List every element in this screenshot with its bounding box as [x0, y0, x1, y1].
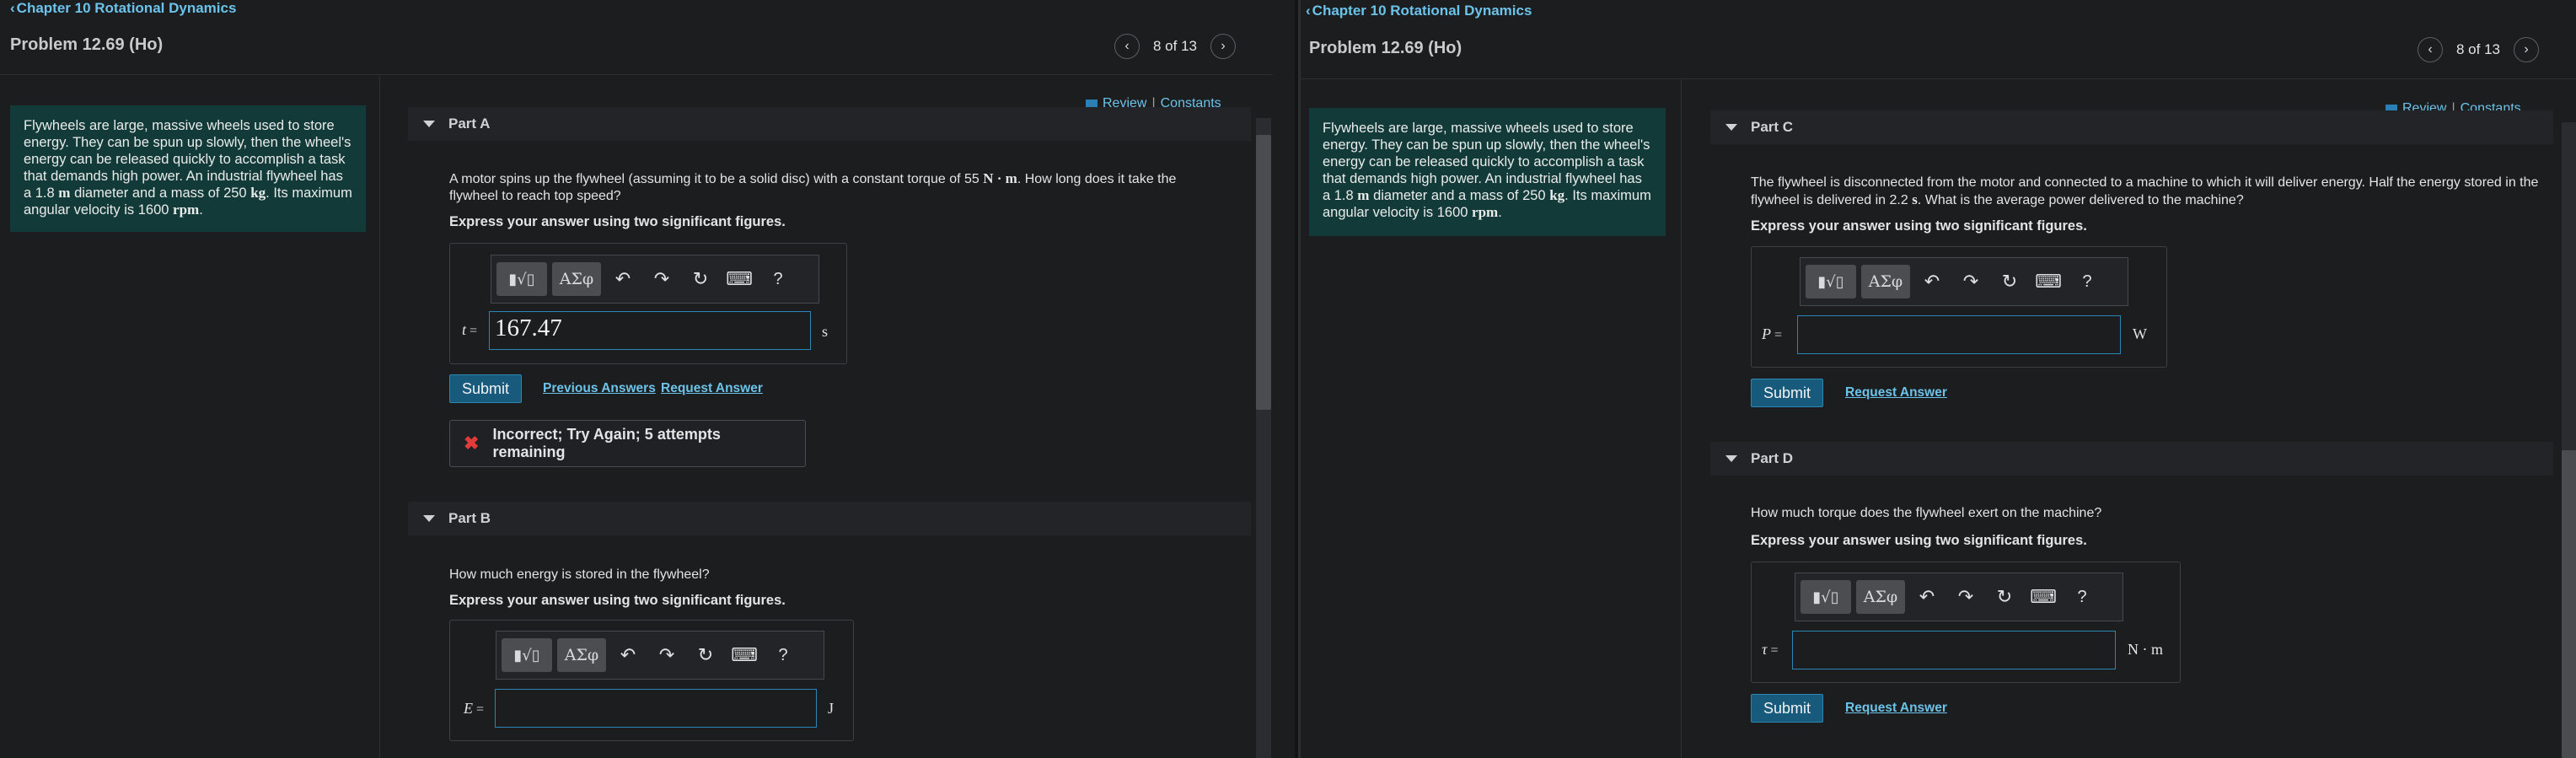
part-c-hint: Express your answer using two significan…	[1751, 218, 2087, 234]
part-c-unit: W	[2133, 325, 2147, 342]
part-c-request-answer-link[interactable]: Request Answer	[1845, 385, 1947, 401]
scrollbar-thumb[interactable]	[2562, 450, 2576, 758]
part-d-request-answer-link[interactable]: Request Answer	[1845, 701, 1947, 716]
part-a-answer-input[interactable]: 167.47	[489, 311, 811, 350]
redo-icon[interactable]: ↷	[650, 638, 684, 672]
next-problem-button[interactable]: ›	[1210, 34, 1236, 59]
scrollbar-thumb[interactable]	[1256, 135, 1271, 410]
symbols-button[interactable]: ΑΣφ	[1861, 265, 1910, 298]
undo-icon[interactable]: ↶	[611, 638, 645, 672]
part-c-submit-button[interactable]: Submit	[1751, 379, 1824, 407]
part-d-answer-input[interactable]	[1792, 631, 2116, 669]
chevron-left-icon: ‹	[2428, 42, 2433, 56]
redo-icon[interactable]: ↷	[1954, 265, 1988, 298]
redo-icon[interactable]: ↷	[645, 262, 679, 296]
templates-button[interactable]: ▮√▯	[502, 638, 552, 672]
part-a-feedback: ✖ Incorrect; Try Again; 5 attempts remai…	[449, 420, 806, 467]
chapter-link[interactable]: ‹ Chapter 10 Rotational Dynamics	[10, 0, 236, 17]
part-b-hint: Express your answer using two significan…	[449, 593, 786, 608]
problem-title: Problem 12.69 (Ho)	[10, 35, 164, 54]
redo-icon[interactable]: ↷	[1949, 580, 1983, 614]
templates-button[interactable]: ▮√▯	[1801, 580, 1851, 614]
collapse-triangle-icon	[423, 121, 435, 127]
previous-answers-link[interactable]: Previous Answers	[543, 381, 656, 396]
part-b-answer-input[interactable]	[495, 689, 817, 728]
part-d-math-toolbar: ▮√▯ ΑΣφ ↶ ↷ ↻ ⌨ ?	[1795, 573, 2123, 621]
left-pane: ‹ Chapter 10 Rotational Dynamics Problem …	[0, 0, 1295, 758]
pager: ‹ 8 of 13 ›	[2418, 37, 2539, 62]
pager-position: 8 of 13	[2456, 41, 2500, 57]
templates-button[interactable]: ▮√▯	[1806, 265, 1856, 298]
error-x-icon: ✖	[464, 433, 480, 454]
part-c-math-toolbar: ▮√▯ ΑΣφ ↶ ↷ ↻ ⌨ ?	[1800, 257, 2128, 306]
pager: ‹ 8 of 13 ›	[1114, 34, 1236, 59]
part-c-question: The flywheel is disconnected from the mo…	[1751, 175, 2539, 207]
part-a-math-toolbar: ▮√▯ ΑΣφ ↶ ↷ ↻ ⌨ ?	[491, 255, 819, 304]
part-d-header[interactable]: Part D	[1710, 442, 2553, 476]
reset-icon[interactable]: ↻	[684, 262, 717, 296]
part-a-request-answer-link[interactable]: Request Answer	[661, 381, 763, 396]
problem-title: Problem 12.69 (Ho)	[1309, 39, 1462, 57]
part-a-header[interactable]: Part A	[408, 107, 1251, 141]
part-b-variable: E =	[464, 700, 485, 717]
collapse-triangle-icon	[1725, 455, 1737, 462]
part-a-variable: t =	[462, 321, 478, 338]
column-divider	[379, 76, 380, 758]
symbols-button[interactable]: ΑΣφ	[1856, 580, 1905, 614]
part-b-header[interactable]: Part B	[408, 502, 1251, 535]
reset-icon[interactable]: ↻	[1988, 580, 2021, 614]
prev-problem-button[interactable]: ‹	[2418, 37, 2443, 62]
prev-problem-button[interactable]: ‹	[1114, 34, 1140, 59]
help-button[interactable]: ?	[2065, 580, 2099, 614]
part-c-variable: P =	[1762, 325, 1783, 342]
part-a-submit-button[interactable]: Submit	[449, 374, 523, 403]
problem-intro: Flywheels are large, massive wheels used…	[1309, 108, 1666, 236]
symbols-button[interactable]: ΑΣφ	[552, 262, 601, 296]
chevron-left-icon: ‹	[10, 0, 15, 16]
next-problem-button[interactable]: ›	[2514, 37, 2539, 62]
undo-icon[interactable]: ↶	[1910, 580, 1944, 614]
help-button[interactable]: ?	[2070, 265, 2104, 298]
pager-position: 8 of 13	[1153, 38, 1197, 54]
collapse-triangle-icon	[423, 515, 435, 522]
chevron-right-icon: ›	[1221, 39, 1226, 53]
right-pane: ‹ Chapter 10 Rotational Dynamics Problem …	[1298, 0, 2576, 758]
reset-icon[interactable]: ↻	[689, 638, 722, 672]
chapter-link[interactable]: ‹ Chapter 10 Rotational Dynamics	[1306, 3, 1532, 19]
chevron-left-icon: ‹	[1124, 39, 1130, 53]
keyboard-icon[interactable]: ⌨	[722, 262, 756, 296]
part-d-unit: N · m	[2128, 641, 2163, 658]
keyboard-icon[interactable]: ⌨	[2031, 265, 2065, 298]
part-d-hint: Express your answer using two significan…	[1751, 533, 2087, 548]
part-a-hint: Express your answer using two significan…	[449, 214, 786, 229]
chevron-right-icon: ›	[2524, 42, 2529, 56]
part-d-variable: τ =	[1762, 641, 1779, 658]
part-a-unit: s	[822, 323, 829, 340]
part-c-header[interactable]: Part C	[1710, 110, 2553, 144]
chevron-left-icon: ‹	[1306, 3, 1311, 19]
column-divider	[1681, 80, 1682, 758]
symbols-button[interactable]: ΑΣφ	[557, 638, 606, 672]
part-d-question: How much torque does the flywheel exert …	[1751, 506, 2102, 520]
part-b-math-toolbar: ▮√▯ ΑΣφ ↶ ↷ ↻ ⌨ ?	[496, 631, 824, 680]
undo-icon[interactable]: ↶	[1915, 265, 1949, 298]
keyboard-icon[interactable]: ⌨	[727, 638, 761, 672]
part-b-unit: J	[828, 700, 835, 717]
problem-intro: Flywheels are large, massive wheels used…	[10, 105, 366, 232]
part-d-submit-button[interactable]: Submit	[1751, 694, 1824, 723]
templates-button[interactable]: ▮√▯	[496, 262, 547, 296]
undo-icon[interactable]: ↶	[606, 262, 640, 296]
help-button[interactable]: ?	[766, 638, 800, 672]
header-divider	[0, 74, 1273, 75]
header-divider	[1301, 78, 2576, 79]
collapse-triangle-icon	[1725, 124, 1737, 131]
help-button[interactable]: ?	[761, 262, 795, 296]
part-c-answer-input[interactable]	[1797, 315, 2121, 354]
keyboard-icon[interactable]: ⌨	[2026, 580, 2060, 614]
part-a-question: A motor spins up the flywheel (assuming …	[449, 170, 1177, 203]
part-b-question: How much energy is stored in the flywhee…	[449, 567, 710, 582]
reset-icon[interactable]: ↻	[1993, 265, 2026, 298]
